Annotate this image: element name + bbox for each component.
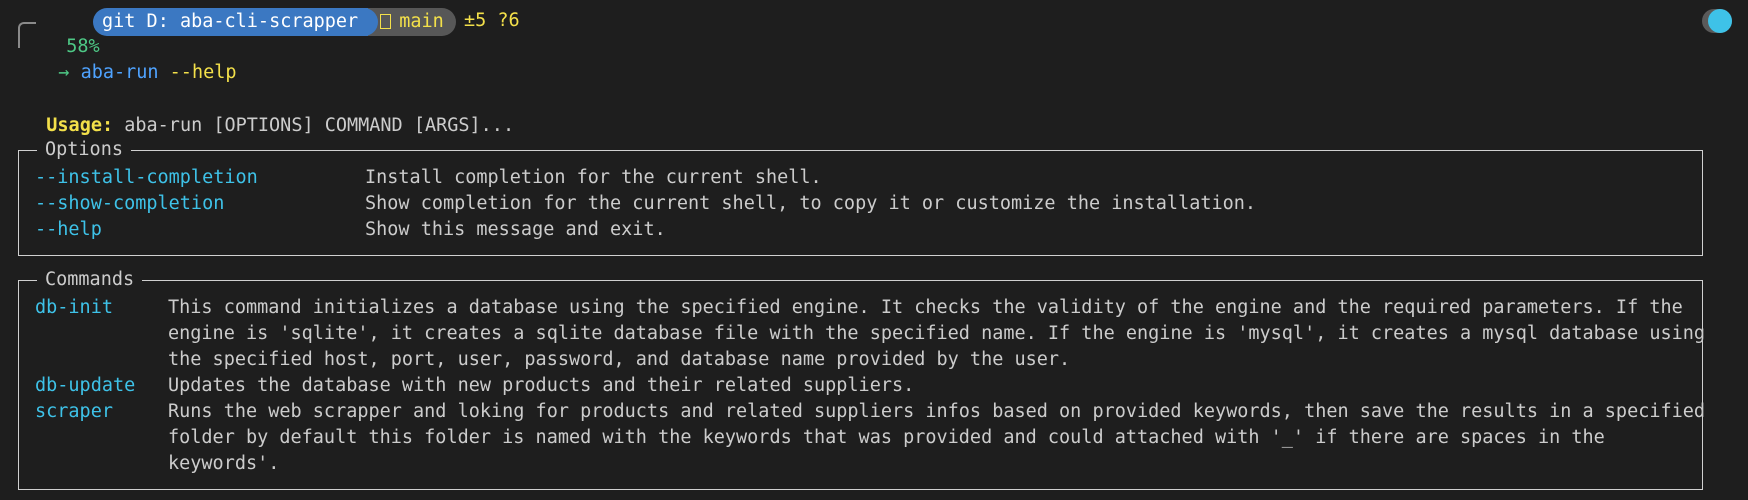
option-install-completion: --install-completion — [35, 167, 258, 188]
usage-line: Usage: aba-run [OPTIONS] COMMAND [ARGS].… — [24, 87, 514, 136]
git-status-pill: git D: aba-cli-scrapper main — [93, 8, 456, 36]
command-db-update: db-update — [35, 375, 136, 396]
git-repo-label: git D: aba-cli-scrapper — [93, 8, 369, 36]
option-show-completion: --show-completion — [35, 193, 225, 214]
battery-indicator: 58% — [44, 8, 99, 57]
command-scraper: scraper — [35, 401, 113, 422]
command-line[interactable]: → aba-run --help — [36, 34, 236, 83]
options-panel: Options --install-completion Install com… — [18, 137, 1703, 256]
command-db-init: db-init — [35, 297, 113, 318]
commands-title: Commands — [37, 267, 143, 293]
option-install-completion-desc: Install completion for the current shell… — [365, 167, 822, 188]
option-help-desc: Show this message and exit. — [365, 219, 666, 240]
option-help: --help — [35, 219, 102, 240]
command-db-init-desc: This command initializes a database usin… — [168, 297, 1706, 370]
prompt-connector — [18, 22, 36, 48]
usage-text: aba-run [OPTIONS] COMMAND [ARGS]... — [124, 115, 515, 136]
options-title: Options — [37, 137, 131, 163]
toggle-icon[interactable] — [1702, 9, 1732, 33]
commands-panel: Commands db-init This command initialize… — [18, 267, 1705, 490]
command-db-update-desc: Updates the database with new products a… — [168, 375, 915, 396]
usage-label: Usage: — [46, 115, 114, 136]
git-changes-status: ±5 ?6 — [464, 10, 520, 31]
command-argument: --help — [169, 62, 237, 83]
git-branch-segment: main — [358, 8, 456, 36]
command-name: aba-run — [80, 62, 159, 83]
option-show-completion-desc: Show completion for the current shell, t… — [365, 193, 1257, 214]
toggle-knob — [1708, 9, 1732, 33]
git-branch-icon — [380, 14, 392, 29]
git-branch-name: main — [399, 11, 444, 32]
prompt-arrow-icon: → — [58, 62, 70, 83]
command-scraper-desc: Runs the web scrapper and loking for pro… — [168, 401, 1706, 474]
